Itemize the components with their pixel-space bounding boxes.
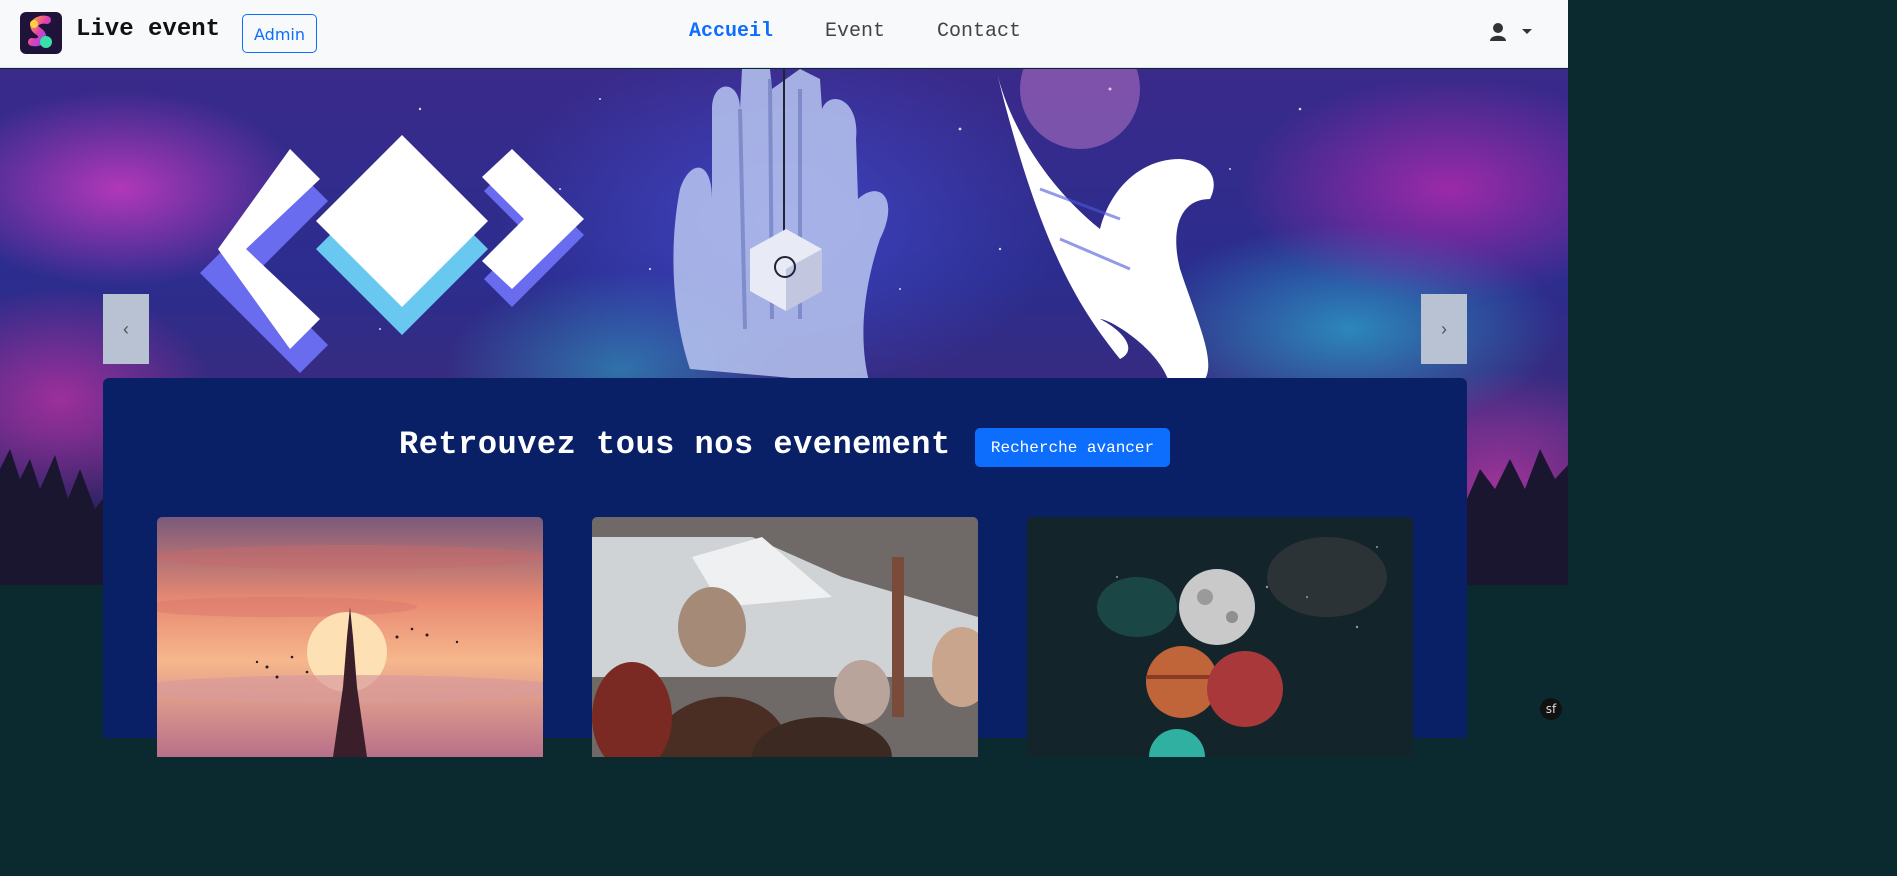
carousel-next-button[interactable]: › — [1421, 294, 1467, 364]
carousel-prev-button[interactable]: ‹ — [103, 294, 149, 364]
symfony-debug-icon[interactable]: sf — [1540, 698, 1562, 720]
event-image-planets — [1027, 517, 1413, 757]
brand-title[interactable]: Live event — [76, 16, 220, 43]
nav-link-accueil[interactable]: Accueil — [689, 20, 773, 43]
event-card-3[interactable] — [1027, 517, 1413, 757]
events-title: Retrouvez tous nos evenement — [399, 426, 951, 463]
nav-link-event[interactable]: Event — [825, 20, 885, 43]
event-card-2[interactable] — [592, 517, 978, 757]
navbar: Live event Admin Accueil Event Contact — [0, 0, 1568, 68]
event-image-eiffel-tower — [157, 517, 543, 757]
caret-down-icon — [1522, 29, 1532, 34]
advanced-search-button[interactable]: Recherche avancer — [975, 428, 1170, 467]
chevron-right-icon: › — [1441, 318, 1447, 339]
brackets-diamond-logo — [200, 135, 584, 373]
admin-button[interactable]: Admin — [242, 14, 317, 53]
user-menu-dropdown[interactable] — [1488, 20, 1536, 46]
app-logo[interactable] — [20, 12, 62, 54]
event-card-1[interactable] — [157, 517, 543, 757]
user-icon — [1490, 23, 1506, 41]
events-panel: Retrouvez tous nos evenement Recherche a… — [103, 378, 1467, 757]
chevron-left-icon: ‹ — [123, 318, 129, 339]
nav-link-contact[interactable]: Contact — [937, 20, 1021, 43]
app-logo-icon — [28, 15, 52, 48]
crystal-hand-art — [673, 69, 889, 385]
event-image-crowd — [592, 517, 978, 757]
